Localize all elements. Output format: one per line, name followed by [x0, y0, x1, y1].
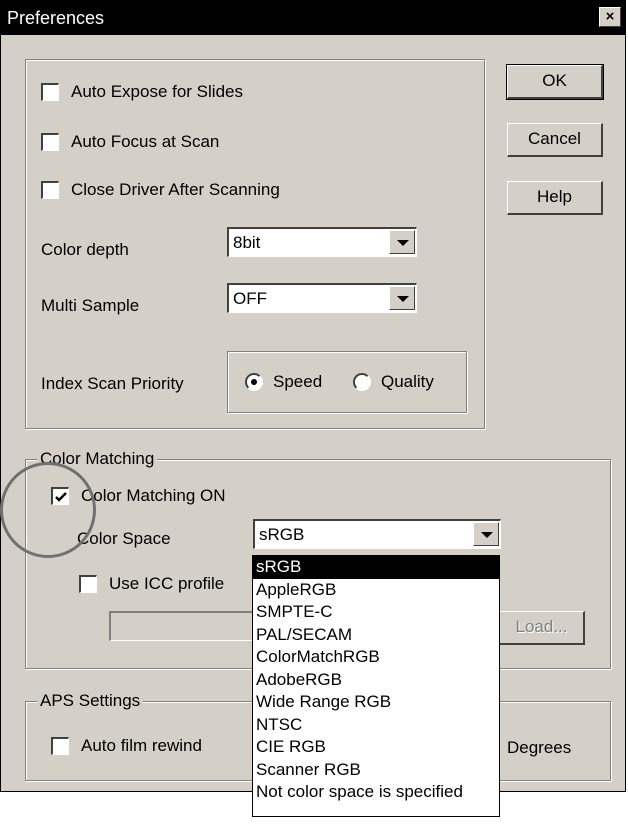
close-icon: × [605, 8, 615, 25]
use-icc-checkbox[interactable] [79, 575, 97, 593]
load-button[interactable]: Load... [499, 611, 585, 645]
color-matching-on-checkbox[interactable] [51, 487, 69, 505]
dropdown-option[interactable]: AppleRGB [253, 579, 499, 602]
multi-sample-select[interactable]: OFF [227, 283, 417, 313]
title-bar: Preferences × [1, 1, 625, 35]
close-button[interactable]: × [599, 7, 621, 27]
dropdown-option[interactable]: Wide Range RGB [253, 691, 499, 714]
dropdown-option[interactable]: ColorMatchRGB [253, 646, 499, 669]
quality-radio[interactable] [353, 373, 371, 391]
dropdown-option[interactable]: Not color space is specified [253, 781, 499, 804]
dropdown-option[interactable]: Scanner RGB [253, 759, 499, 782]
chevron-down-icon[interactable] [389, 286, 415, 310]
chevron-down-icon[interactable] [473, 522, 499, 546]
dropdown-option[interactable]: PAL/SECAM [253, 624, 499, 647]
color-space-label: Color Space [77, 529, 171, 548]
close-driver-label: Close Driver After Scanning [71, 180, 280, 199]
auto-rewind-label: Auto film rewind [81, 736, 202, 755]
auto-expose-label: Auto Expose for Slides [71, 82, 243, 101]
use-icc-label: Use ICC profile [109, 574, 225, 593]
cancel-button[interactable]: Cancel [507, 123, 603, 157]
auto-expose-checkbox[interactable] [41, 83, 59, 101]
quality-label: Quality [381, 372, 434, 391]
auto-focus-label: Auto Focus at Scan [71, 132, 220, 151]
color-depth-label: Color depth [41, 240, 129, 259]
color-space-select[interactable]: sRGB [253, 519, 501, 549]
color-depth-select[interactable]: 8bit [227, 227, 417, 257]
auto-rewind-checkbox[interactable] [51, 737, 69, 755]
degrees-label: Degrees [507, 738, 572, 757]
speed-radio[interactable] [245, 373, 263, 391]
color-space-value: sRGB [259, 525, 305, 544]
close-driver-checkbox[interactable] [41, 181, 59, 199]
index-priority-label: Index Scan Priority [41, 374, 184, 393]
dropdown-option[interactable]: SMPTE-C [253, 601, 499, 624]
ok-button[interactable]: OK [506, 64, 604, 100]
multi-sample-label: Multi Sample [41, 296, 140, 315]
checkmark-icon [55, 492, 67, 502]
dropdown-option[interactable]: sRGB [253, 556, 499, 579]
help-button[interactable]: Help [507, 181, 603, 215]
auto-focus-checkbox[interactable] [41, 133, 59, 151]
color-depth-value: 8bit [233, 233, 261, 252]
color-space-dropdown-list: sRGB AppleRGB SMPTE-C PAL/SECAM ColorMat… [252, 555, 500, 817]
dropdown-option[interactable]: CIE RGB [253, 736, 499, 759]
dropdown-option[interactable]: AdobeRGB [253, 669, 499, 692]
speed-label: Speed [273, 372, 323, 391]
aps-settings-title: APS Settings [37, 691, 144, 711]
dropdown-option[interactable]: NTSC [253, 714, 499, 737]
chevron-down-icon[interactable] [389, 230, 415, 254]
window-title: Preferences [7, 8, 105, 28]
color-matching-on-label: Color Matching ON [81, 486, 226, 505]
multi-sample-value: OFF [233, 289, 267, 308]
color-matching-title: Color Matching [37, 449, 158, 469]
